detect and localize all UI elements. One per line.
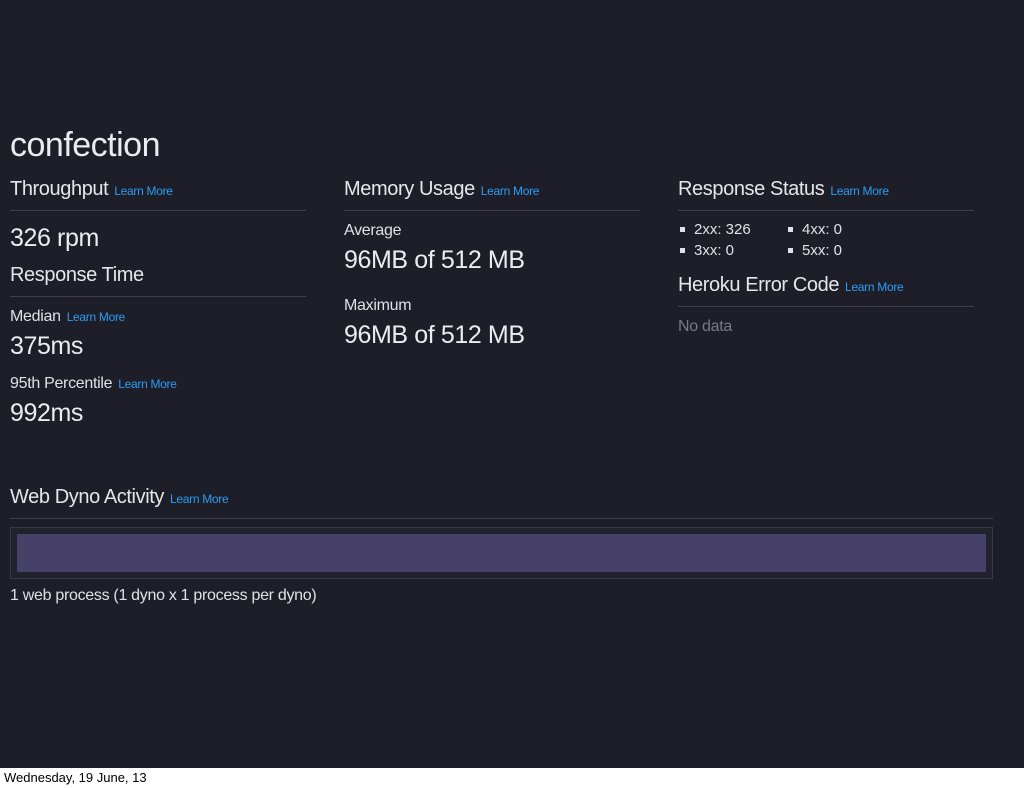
status-item: 3xx: 0 [678, 242, 786, 259]
dyno-learn-more-link[interactable]: Learn More [170, 492, 229, 506]
p95-label: 95th Percentile [10, 375, 113, 392]
bullet-icon [788, 227, 793, 232]
throughput-learn-more-link[interactable]: Learn More [114, 184, 173, 198]
status-item-text: 2xx: 326 [694, 221, 751, 238]
column-status: Response Status Learn More 2xx: 326 4xx:… [678, 178, 974, 336]
response-status-header: Response Status Learn More [678, 178, 974, 211]
status-item-text: 4xx: 0 [802, 221, 843, 238]
memory-learn-more-link[interactable]: Learn More [481, 184, 540, 198]
status-item: 2xx: 326 [678, 221, 786, 238]
p95-learn-more-link[interactable]: Learn More [118, 377, 177, 391]
memory-title: Memory Usage [344, 178, 475, 200]
status-item-text: 3xx: 0 [694, 242, 735, 259]
bullet-icon [788, 248, 793, 253]
dashboard-screen: confection Throughput Learn More 326 rpm… [0, 0, 1024, 768]
error-code-empty-text: No data [678, 318, 732, 335]
status-item: 5xx: 0 [786, 242, 894, 259]
app-title: confection [10, 126, 161, 164]
median-value: 375ms [10, 332, 84, 360]
response-status-list: 2xx: 326 4xx: 0 3xx: 0 5xx: 0 [678, 221, 974, 259]
p95-row: 95th Percentile Learn More [10, 375, 306, 393]
memory-average-value: 96MB of 512 MB [344, 246, 525, 274]
response-status-title: Response Status [678, 178, 825, 200]
response-status-learn-more-link[interactable]: Learn More [830, 184, 889, 198]
median-row: Median Learn More [10, 308, 306, 326]
error-code-header: Heroku Error Code Learn More [678, 274, 974, 307]
dyno-activity-bar [10, 527, 993, 579]
memory-maximum-label: Maximum [344, 297, 412, 314]
column-performance: Throughput Learn More 326 rpm Response T… [10, 178, 306, 428]
median-label: Median [10, 308, 61, 325]
response-time-header: Response Time [10, 264, 306, 297]
median-learn-more-link[interactable]: Learn More [67, 310, 126, 324]
memory-header: Memory Usage Learn More [344, 178, 640, 211]
throughput-title: Throughput [10, 178, 109, 200]
bullet-icon [680, 227, 685, 232]
memory-maximum-value: 96MB of 512 MB [344, 321, 525, 349]
dyno-activity-title: Web Dyno Activity [10, 486, 165, 508]
dyno-process-caption: 1 web process (1 dyno x 1 process per dy… [10, 587, 317, 604]
status-item-text: 5xx: 0 [802, 242, 843, 259]
dyno-activity-header: Web Dyno Activity Learn More [10, 486, 993, 519]
memory-average-label: Average [344, 222, 402, 239]
slide-date-footer: Wednesday, 19 June, 13 [4, 770, 147, 785]
status-item: 4xx: 0 [786, 221, 894, 238]
response-time-title: Response Time [10, 264, 144, 286]
column-memory: Memory Usage Learn More Average 96MB of … [344, 178, 640, 350]
dyno-activity-fill [17, 534, 986, 572]
error-code-learn-more-link[interactable]: Learn More [845, 280, 904, 294]
throughput-value: 326 rpm [10, 224, 99, 252]
throughput-header: Throughput Learn More [10, 178, 306, 211]
bullet-icon [680, 248, 685, 253]
p95-value: 992ms [10, 399, 84, 427]
error-code-title: Heroku Error Code [678, 274, 840, 296]
